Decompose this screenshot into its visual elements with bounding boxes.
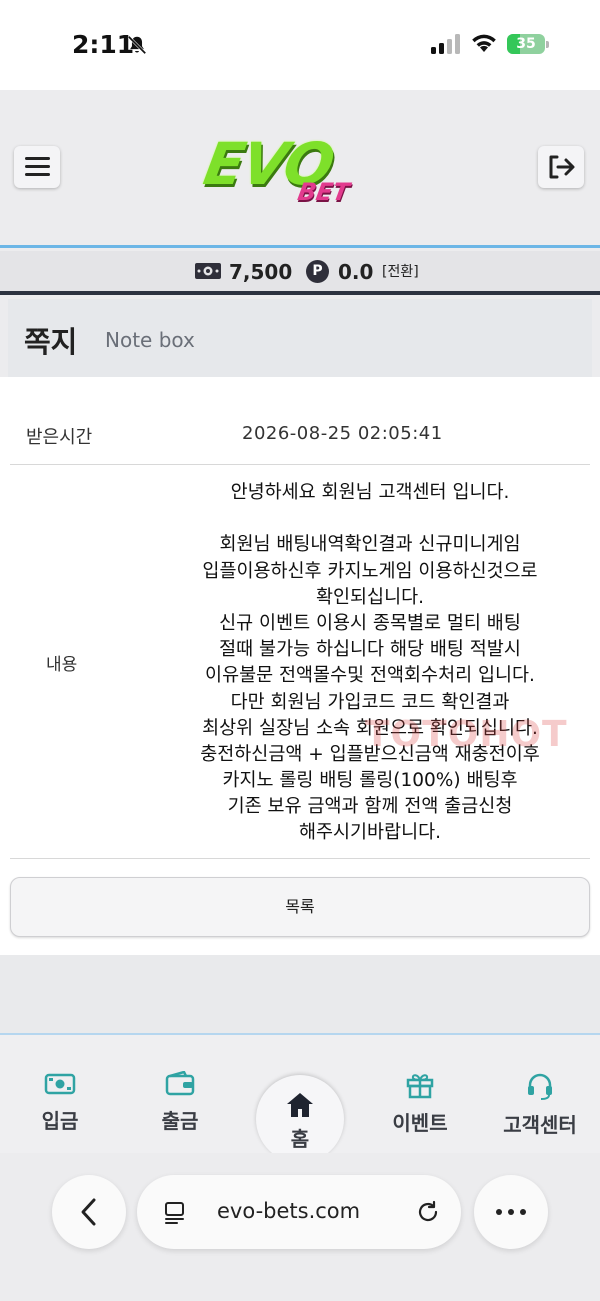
point-icon: P: [306, 260, 329, 283]
nav-withdraw-label: 출금: [161, 1109, 199, 1133]
chevron-left-icon: [81, 1198, 96, 1226]
nav-deposit[interactable]: 입금: [10, 1071, 110, 1134]
bottom-nav: 입금 출금 홈 이벤트 고객센터: [0, 1035, 600, 1163]
home-icon: [287, 1093, 313, 1117]
nav-home-label: 홈: [290, 1127, 310, 1151]
message-line: 다만 회원님 가입코드 코드 확인결과: [230, 691, 510, 713]
site-header: EVO BET: [0, 90, 600, 248]
browser-back-button[interactable]: [52, 1175, 126, 1249]
reload-icon[interactable]: [415, 1199, 441, 1225]
signal-icon: [431, 34, 460, 54]
message-line: 카지노 롤링 배팅 롤링(100%) 배팅후: [222, 770, 518, 792]
list-button[interactable]: 목록: [10, 877, 590, 937]
nav-event[interactable]: 이벤트: [370, 1071, 470, 1136]
headset-icon: [528, 1073, 552, 1100]
logout-button[interactable]: [538, 146, 584, 188]
logo[interactable]: EVO BET: [199, 130, 395, 210]
address-bar[interactable]: evo-bets.com: [137, 1175, 461, 1249]
logo-bet: BET: [295, 178, 352, 206]
browser-toolbar: evo-bets.com: [0, 1153, 600, 1301]
received-time-label: 받은시간: [26, 427, 93, 448]
browser-more-button[interactable]: [474, 1175, 548, 1249]
url-text: evo-bets.com: [217, 1199, 361, 1223]
message-line: 확인되십니다.: [315, 586, 424, 608]
message-line: 안녕하세요 회원님 고객센터 입니다.: [230, 482, 510, 503]
logout-icon: [549, 155, 575, 179]
message-detail: 받은시간 2026-08-25 02:05:41 내용 안녕하세요 회원님 고객…: [0, 377, 600, 955]
cash-balance: 7,500: [229, 260, 293, 284]
wallet-icon: [165, 1071, 195, 1096]
nav-withdraw[interactable]: 출금: [130, 1071, 230, 1134]
cash-icon: [44, 1073, 76, 1095]
more-icon: [496, 1209, 526, 1215]
nav-deposit-label: 입금: [41, 1109, 79, 1133]
nav-support[interactable]: 고객센터: [490, 1071, 590, 1138]
message-body-row: 내용 안녕하세요 회원님 고객센터 입니다. 회원님 배팅내역확인결과 신규미니…: [10, 466, 590, 859]
message-line: [150, 506, 590, 532]
message-line: 신규 이벤트 이용시 종목별로 멀티 배팅: [219, 612, 521, 634]
message-line: 기존 보유 금액과 함께 전액 출금신청: [227, 796, 513, 818]
status-time: 2:11: [72, 30, 135, 59]
nav-home[interactable]: 홈: [256, 1075, 344, 1163]
page-settings-icon: [165, 1202, 184, 1224]
convert-link[interactable]: [전환]: [382, 261, 419, 281]
nav-event-label: 이벤트: [392, 1111, 448, 1135]
page-title: 쪽지: [24, 325, 78, 359]
message-line: 입플이용하신후 카지노게임 이용하신것으로: [202, 560, 538, 582]
cash-icon: [195, 263, 221, 279]
message-body: 안녕하세요 회원님 고객센터 입니다. 회원님 배팅내역확인결과 신규미니게임 …: [150, 480, 590, 847]
gift-icon: [406, 1074, 434, 1099]
received-time-value: 2026-08-25 02:05:41: [242, 423, 443, 444]
message-line: 절때 불가능 하십니다 해당 배팅 적발시: [219, 639, 521, 661]
status-bar: 2:11 35: [0, 0, 600, 90]
received-time-row: 받은시간 2026-08-25 02:05:41: [10, 409, 590, 465]
message-body-label: 내용: [46, 655, 78, 675]
message-line: 해주시기바랍니다.: [298, 822, 442, 844]
content-footer: [0, 955, 600, 1035]
bell-off-icon: [127, 35, 147, 55]
battery-icon: 35: [507, 32, 551, 56]
point-balance: 0.0: [338, 260, 374, 284]
watermark: TOTOHOT: [365, 714, 568, 755]
message-line: 이유불문 전액몰수및 전액회수처리 입니다.: [205, 665, 535, 687]
balance-bar: 7,500 P 0.0 [전환]: [0, 251, 600, 295]
wifi-icon: [472, 34, 496, 52]
menu-button[interactable]: [14, 146, 60, 188]
page-subtitle: Note box: [105, 328, 195, 352]
message-line: 회원님 배팅내역확인결과 신규미니게임: [219, 534, 521, 556]
battery-text: 35: [516, 36, 536, 52]
hamburger-icon: [25, 157, 50, 160]
note-header: 쪽지 Note box: [8, 299, 592, 377]
nav-support-label: 고객센터: [503, 1113, 577, 1137]
